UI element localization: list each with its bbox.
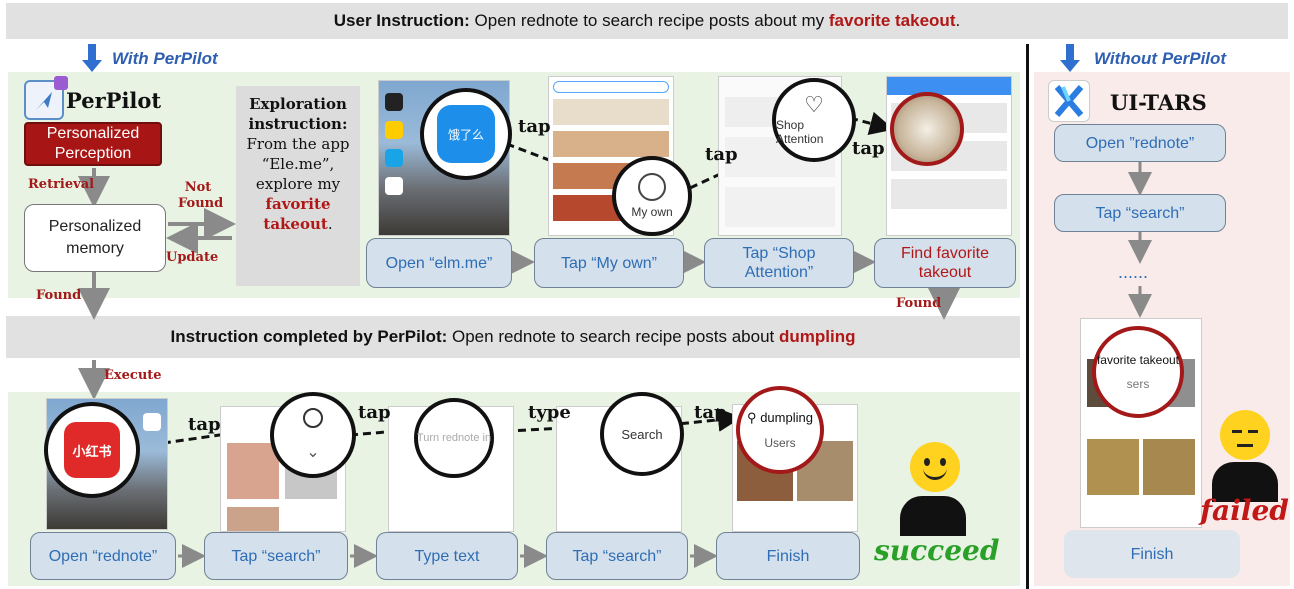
found-label: Found [36,288,82,303]
step-type-text: Type text [376,532,518,580]
step-open-elm: Open “elm.me” [366,238,512,288]
rednote-app-icon: 小红书 [64,422,120,478]
uitars-query-text: favorite takeout [1096,353,1180,367]
memory-label: Personalized memory [48,218,142,257]
step-finish: Finish [716,532,860,580]
action-tap-3: tap [694,402,727,423]
users-tab-label: Users [764,436,796,450]
exploration-highlight2: takeout [263,215,328,233]
elm-app-icon: 饿了么 [437,105,495,163]
dumpling-search-zoom: ⚲ dumpling Users [736,386,824,474]
uitars-ellipsis: ...... [1118,262,1149,282]
update-label: Update [166,250,219,265]
step-tap-search-2: Tap “search” [546,532,688,580]
search-icon-zoom: ⌄ [270,392,356,478]
execute-label: Execute [104,368,162,383]
step-tap-search-1: Tap “search” [204,532,348,580]
search-button-label: Search [621,426,663,442]
tap-label-3: tap [852,138,885,159]
perception-label: Personalized Perception [46,125,140,162]
action-tap-2: tap [358,402,391,423]
step-find-favorite: Find favorite takeout [874,238,1016,288]
heart-icon: ♡ [804,92,824,117]
tap-label-1: tap [518,116,551,137]
rednote-app-zoom: 小红书 [44,402,140,498]
succeed-label: succeed [874,534,1000,567]
uitars-step-finish: Finish [1064,530,1240,578]
search-field-text: Turn rednote in [416,432,492,444]
elm-app-zoom: 饿了么 [420,88,512,180]
perpilot-title: PerPilot [66,88,162,113]
with-perpilot-label: With PerPilot [112,49,218,68]
search-field-zoom: Turn rednote in [414,398,494,478]
step-tap-my-own: Tap “My own” [534,238,684,288]
uitars-logo-icon [1048,80,1090,122]
action-type: type [528,402,571,423]
uitars-title: UI-TARS [1110,90,1207,115]
action-tap-1: tap [188,414,221,435]
explore-found-label: Found [896,296,942,311]
uitars-step-tap-search: Tap “search” [1054,194,1226,232]
sad-face-icon [1220,410,1270,460]
perpilot-logo-icon [24,76,68,120]
tap-label-2: tap [705,144,738,165]
exploration-suffix: . [327,215,333,233]
step-tap-shop-attention: Tap “Shop Attention” [704,238,854,288]
my-own-label: My own [631,205,673,219]
shop-attention-label: Shop Attention [776,118,824,146]
dumpling-dish-zoom [890,92,964,166]
exploration-line3: explore my [255,175,341,193]
personalized-memory-box: Personalized memory [24,204,166,272]
shop-attention-zoom: ♡ Shop Attention [772,78,856,162]
user-silhouette-success [900,496,966,536]
exploration-instruction-box: Exploration instruction: From the app “E… [236,86,360,286]
exploration-title: Exploration instruction: [248,95,348,133]
search-button-zoom: Search [600,392,684,476]
person-icon [638,173,666,201]
exploration-line1: From the app [246,135,350,153]
not-found-label: Not Found [178,180,224,211]
chevron-down-icon: ⌄ [306,444,320,461]
dumpling-query: ⚲ dumpling [747,410,813,426]
my-own-zoom: My own [612,156,692,236]
search-icon-small: ⚲ [747,410,757,425]
failed-label: failed [1200,494,1289,527]
uitars-search-zoom: favorite takeout sers [1092,326,1184,418]
personalized-perception-box: Personalized Perception [24,122,162,166]
uitars-step-open: Open ”rednote” [1054,124,1226,162]
search-icon [303,408,323,428]
step-open-rednote: Open “rednote” [30,532,176,580]
happy-face-icon [910,442,960,492]
uitars-users-tab: sers [1126,377,1150,391]
without-perpilot-label: Without PerPilot [1094,49,1227,68]
exploration-line2: “Ele.me”, [261,155,335,173]
dumpling-query-text: dumpling [760,410,813,425]
exploration-highlight1: favorite [265,195,331,213]
retrieval-label: Retrieval [28,177,95,192]
